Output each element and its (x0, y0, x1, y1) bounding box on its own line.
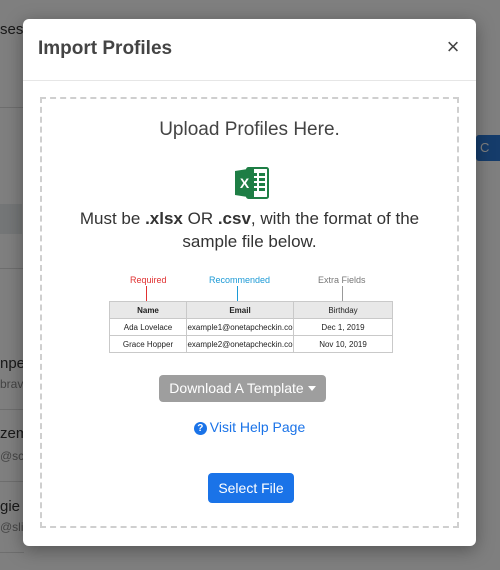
modal-title: Import Profiles (38, 38, 173, 59)
column-header-birthday: Birthday (293, 301, 393, 319)
caret-down-icon (307, 386, 316, 391)
table-cell: example1@onetapcheckin.co (186, 318, 294, 336)
upload-heading: Upload Profiles Here. (159, 119, 340, 140)
visit-help-page-link[interactable]: ? Visit Help Page (42, 419, 457, 435)
sample-file-preview: Required Recommended Extra Fields Name E… (109, 275, 393, 353)
sample-table: Name Email Birthday Ada Lovelace example… (109, 301, 393, 353)
format-xlsx: .xlsx (145, 209, 183, 228)
extra-fields-pointer (342, 286, 343, 301)
table-row: Grace Hopper example2@onetapcheckin.co N… (109, 335, 393, 353)
download-template-button[interactable]: Download A Template (159, 375, 326, 402)
table-cell: example2@onetapcheckin.co (186, 335, 294, 353)
table-cell: Ada Lovelace (109, 318, 187, 336)
format-csv: .csv (217, 209, 251, 228)
table-cell: Nov 10, 2019 (293, 335, 393, 353)
modal-header: Import Profiles × (23, 19, 476, 81)
recommended-pointer (237, 286, 238, 301)
column-header-email: Email (186, 301, 294, 319)
format-note: Must be .xlsx OR .csv, with the format o… (79, 209, 420, 251)
svg-text:X: X (240, 175, 250, 191)
table-row: Ada Lovelace example1@onetapcheckin.co D… (109, 318, 393, 336)
select-file-button[interactable]: Select File (208, 473, 294, 503)
question-circle-icon: ? (193, 422, 207, 435)
table-header-row: Name Email Birthday (109, 301, 393, 319)
download-template-label: Download A Template (169, 380, 304, 396)
required-label: Required (130, 275, 167, 285)
extra-fields-label: Extra Fields (318, 275, 366, 285)
excel-icon: X (235, 167, 269, 199)
column-header-name: Name (109, 301, 187, 319)
recommended-label: Recommended (209, 275, 271, 285)
required-pointer (146, 286, 147, 301)
table-cell: Dec 1, 2019 (293, 318, 393, 336)
close-icon[interactable]: × (442, 36, 464, 58)
help-link-label: Visit Help Page (209, 419, 306, 435)
upload-dropzone[interactable]: Upload Profiles Here. X Must be .xlsx OR… (40, 97, 459, 528)
import-profiles-modal: Import Profiles × Upload Profiles Here. … (23, 19, 476, 546)
table-cell: Grace Hopper (109, 335, 187, 353)
